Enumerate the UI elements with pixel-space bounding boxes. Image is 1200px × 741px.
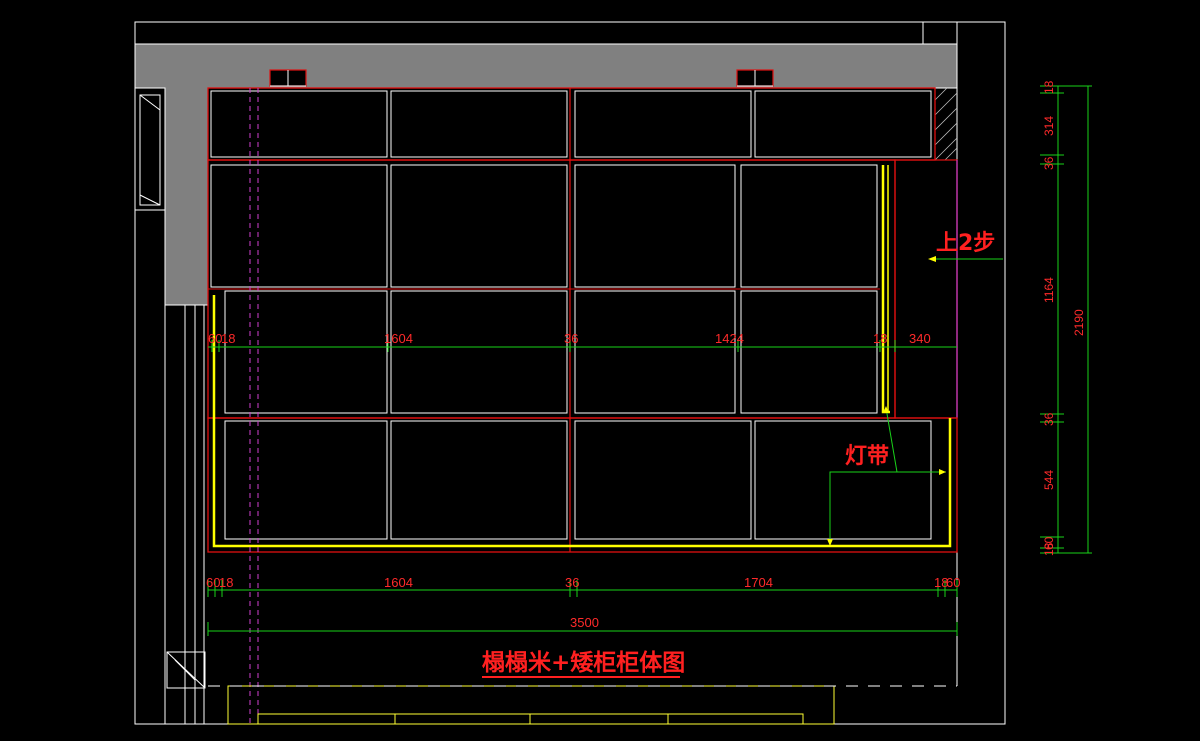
dim-r1-4: 1424 — [715, 331, 744, 346]
dim-v-5: 544 — [1042, 470, 1056, 490]
drawing-title: 榻榻米+矮柜柜体图 — [482, 649, 685, 676]
dim-r2-1: 18 — [219, 575, 233, 590]
floor-detail — [227, 685, 835, 725]
light-strip-label-group: 灯带 — [827, 406, 946, 546]
dim-r1-2: 1604 — [384, 331, 413, 346]
dimension-row-1: 60 18 1604 36 1424 18 340 — [208, 331, 957, 352]
dim-v-3: 1164 — [1042, 277, 1056, 303]
dashed-guides — [249, 88, 259, 724]
hatch-right-wall — [934, 87, 958, 161]
dim-r2-4: 1704 — [744, 575, 773, 590]
dim-overall-width: 3500 — [570, 615, 599, 630]
dim-r1-3: 36 — [564, 331, 578, 346]
dim-r2-3: 36 — [565, 575, 579, 590]
dim-r1-6: 340 — [909, 331, 931, 346]
dimension-overall-width: 3500 — [207, 615, 958, 636]
dim-v-4: 36 — [1042, 412, 1056, 426]
middle-cabinet — [207, 159, 896, 419]
step-note-label: 上2步 — [936, 230, 995, 256]
dim-overall-height: 2190 — [1072, 309, 1086, 336]
dim-r1-1: 18 — [221, 331, 235, 346]
light-strip-label: 灯带 — [845, 444, 889, 469]
title-group: 榻榻米+矮柜柜体图 — [482, 649, 685, 678]
dim-v-1: 314 — [1042, 116, 1056, 136]
dim-v-7: 18 — [1042, 542, 1056, 556]
dim-r2-2: 1604 — [384, 575, 413, 590]
step-area — [894, 159, 958, 419]
dimension-row-2: 60 18 1604 36 1704 18 60 — [206, 575, 960, 597]
wall-section — [134, 43, 958, 306]
dim-r2-6: 60 — [946, 575, 960, 590]
cad-drawing: 60 18 1604 36 1424 18 340 60 18 1604 36 … — [0, 0, 1200, 741]
upper-cabinet — [207, 87, 936, 161]
dim-v-0: 18 — [1042, 80, 1056, 94]
vent-right — [736, 69, 774, 87]
step-label-group: 上2步 — [928, 230, 1003, 262]
lower-cabinet — [207, 417, 958, 553]
vent-left — [269, 69, 307, 87]
light-strip-path — [212, 165, 952, 548]
dimension-vertical: 18 314 36 1164 36 544 60 18 2190 — [1040, 80, 1092, 556]
dim-r1-5: 18 — [873, 331, 887, 346]
dim-v-2: 36 — [1042, 156, 1056, 170]
